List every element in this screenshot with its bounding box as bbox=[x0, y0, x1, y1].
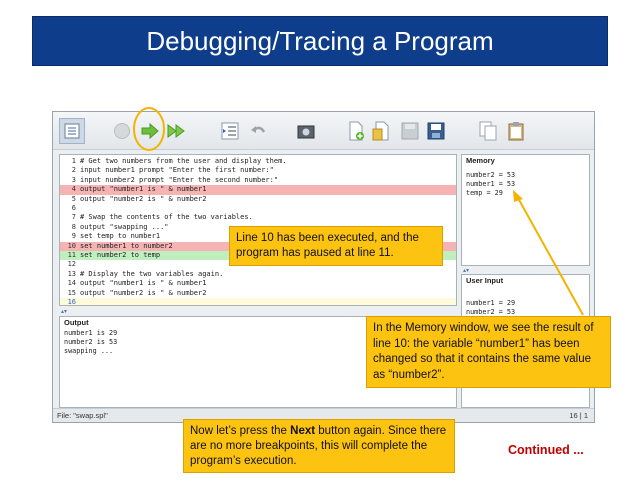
callout-next-text-1: Now let’s press the bbox=[190, 425, 291, 437]
continued-label: Continued ... bbox=[508, 443, 584, 457]
toolbar bbox=[53, 112, 594, 150]
callout-memory: In the Memory window, we see the result … bbox=[366, 316, 611, 388]
user-input-line: number2 = 53 bbox=[466, 308, 516, 316]
code-text: set number1 to number2 bbox=[80, 241, 173, 250]
line-number: 13 bbox=[67, 269, 76, 278]
open-file-icon bbox=[372, 121, 389, 141]
memory-line: temp = 29 bbox=[466, 189, 503, 197]
line-number: 16 bbox=[67, 298, 76, 306]
screenshot-button[interactable] bbox=[295, 120, 317, 142]
callout-line10: Line 10 has been executed, and the progr… bbox=[229, 226, 443, 266]
code-text: # Swap the contents of the two variables… bbox=[80, 213, 253, 222]
next-button[interactable] bbox=[139, 120, 161, 142]
code-line[interactable]: 14 output "number1 is " & number1 bbox=[60, 279, 456, 288]
line-number: 9 bbox=[71, 232, 76, 241]
output-splitter[interactable]: ▴▾ bbox=[59, 309, 457, 315]
callout-next-bold: Next bbox=[290, 425, 316, 437]
indent-button[interactable] bbox=[219, 120, 241, 142]
code-text: input number2 prompt "Enter the second n… bbox=[80, 175, 279, 184]
code-line[interactable]: 15 output "number2 is " & number2 bbox=[60, 289, 456, 298]
save-icon bbox=[427, 122, 445, 140]
undo-button[interactable] bbox=[247, 120, 269, 142]
memory-line: number2 = 53 bbox=[466, 171, 516, 179]
undo-icon bbox=[251, 126, 266, 133]
status-file: File: "swap.spl" bbox=[57, 411, 108, 420]
code-line[interactable]: 3 input number2 prompt "Enter the second … bbox=[60, 176, 456, 185]
line-number: 14 bbox=[67, 279, 76, 288]
code-text: output "swapping ..." bbox=[80, 222, 169, 231]
line-number: 8 bbox=[71, 222, 76, 231]
output-line: swapping ... bbox=[64, 347, 114, 355]
line-number: 12 bbox=[67, 260, 76, 269]
output-title: Output bbox=[64, 318, 89, 327]
new-file-icon bbox=[349, 121, 364, 141]
new-file-button[interactable] bbox=[345, 120, 367, 142]
output-line: number1 is 29 bbox=[64, 329, 118, 337]
save-disabled-button[interactable] bbox=[399, 120, 421, 142]
line-number: 4 bbox=[71, 185, 76, 194]
open-file-button[interactable] bbox=[371, 120, 393, 142]
line-number: 3 bbox=[71, 175, 76, 184]
code-text: # Get two numbers from the user and disp… bbox=[80, 157, 287, 165]
code-text: input number1 prompt "Enter the first nu… bbox=[80, 166, 274, 175]
copy-icon bbox=[479, 121, 497, 141]
stop-button[interactable] bbox=[111, 120, 133, 142]
save-button[interactable] bbox=[425, 120, 447, 142]
line-number: 5 bbox=[71, 194, 76, 203]
code-text: # Display the two variables again. bbox=[80, 269, 224, 278]
outline-button[interactable] bbox=[59, 118, 85, 144]
code-line[interactable]: 1 # Get two numbers from the user and dis… bbox=[60, 157, 456, 166]
line-number: 11 bbox=[67, 251, 76, 259]
stop-circle-icon bbox=[114, 123, 130, 139]
double-arrow-icon bbox=[167, 124, 185, 138]
code-text: output "number1 is " & number1 bbox=[80, 279, 207, 288]
code-line[interactable]: 6 bbox=[60, 204, 456, 213]
line-number: 7 bbox=[71, 213, 76, 222]
code-text: set temp to number1 bbox=[80, 232, 161, 241]
paste-button[interactable] bbox=[505, 120, 527, 142]
user-input-line: number1 = 29 bbox=[466, 299, 516, 307]
copy-button[interactable] bbox=[477, 120, 499, 142]
disk-icon bbox=[401, 122, 419, 140]
code-line[interactable]: 7 # Swap the contents of the two variable… bbox=[60, 213, 456, 222]
user-input-title: User Input bbox=[466, 276, 504, 285]
clipboard-icon bbox=[508, 122, 524, 141]
output-line: number2 is 53 bbox=[64, 338, 118, 346]
status-position: 16 | 1 bbox=[569, 411, 588, 420]
code-line[interactable]: 16 bbox=[60, 298, 456, 306]
code-line[interactable]: 2 input number1 prompt "Enter the first n… bbox=[60, 166, 456, 175]
line-number: 6 bbox=[71, 204, 76, 212]
code-line[interactable]: 4 output "number1 is " & number1 bbox=[60, 185, 456, 195]
code-text: output "number1 is " & number1 bbox=[80, 185, 207, 194]
code-text: output "number2 is " & number2 bbox=[80, 288, 207, 297]
step-arrow-icon bbox=[141, 122, 159, 140]
camera-icon bbox=[297, 125, 315, 139]
indent-icon bbox=[221, 122, 239, 140]
line-number: 1 bbox=[71, 157, 76, 165]
callout-next: Now let’s press the Next button again. S… bbox=[183, 419, 455, 473]
memory-title: Memory bbox=[466, 156, 495, 165]
code-line[interactable]: 5 output "number2 is " & number2 bbox=[60, 195, 456, 204]
list-icon bbox=[64, 123, 80, 139]
memory-line: number1 = 53 bbox=[466, 180, 516, 188]
memory-pane: Memory number2 = 53 number1 = 53 temp = 29 bbox=[461, 154, 590, 266]
line-number: 15 bbox=[67, 288, 76, 297]
run-button[interactable] bbox=[167, 120, 189, 142]
code-text: output "number2 is " & number2 bbox=[80, 194, 207, 203]
code-text: set number2 to temp bbox=[80, 251, 161, 259]
code-line[interactable]: 13 # Display the two variables again. bbox=[60, 270, 456, 279]
slide-title: Debugging/Tracing a Program bbox=[32, 16, 608, 66]
line-number: 10 bbox=[67, 241, 76, 250]
line-number: 2 bbox=[71, 166, 76, 175]
